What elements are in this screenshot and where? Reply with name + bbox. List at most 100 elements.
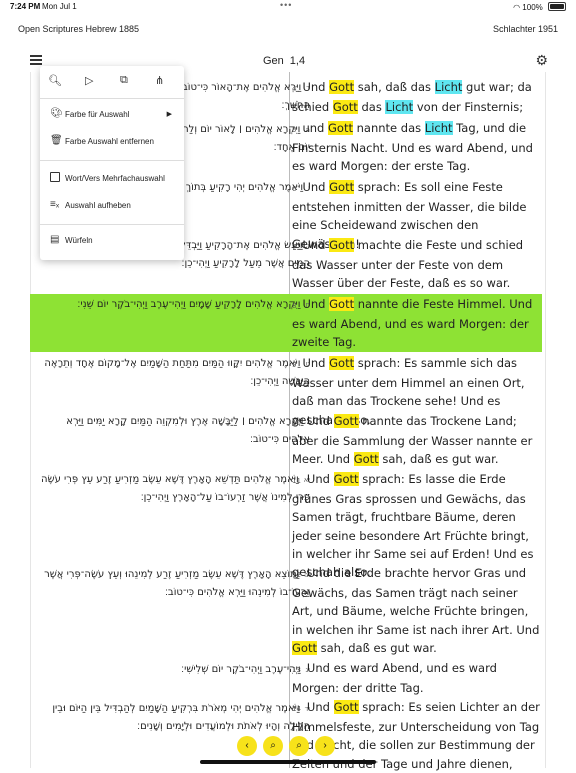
search-icon[interactable]: 🔍︎ [48, 74, 62, 87]
checkbox-icon [50, 172, 60, 185]
highlighted-word[interactable]: Gott [333, 472, 359, 486]
play-icon[interactable]: ▷ [85, 74, 93, 87]
verse-text[interactable]: sah, daß das [354, 80, 435, 94]
hebrew-verse-text[interactable]: וַתּוֹצֵא הָאָרֶץ דֶּשֶׁא עֵשֶׂב מַזְרִי… [44, 569, 310, 598]
german-verse-number: 14 [292, 705, 301, 713]
menu-item-color-selection[interactable]: 🎨︎ Farbe für Auswahl ▶ [50, 108, 180, 124]
multitask-dots[interactable]: ••• [280, 0, 292, 10]
right-version-title[interactable]: Schlachter 1951 [493, 24, 558, 34]
menu-item-remove-color[interactable]: 🗑︎ Farbe Auswahl entfernen [50, 135, 180, 151]
german-verse[interactable]: 13 Und es ward Abend, und es ward Morgen:… [292, 659, 542, 697]
verse-text[interactable]: sah, daß es gut war. [317, 641, 437, 655]
verse-row[interactable]: יבוַתּוֹצֵא הָאָרֶץ דֶּשֶׁא עֵשֶׂב מַזְר… [30, 564, 542, 657]
highlighted-word[interactable]: Gott [329, 297, 355, 311]
german-verse[interactable]: 12 Und die Erde brachte hervor Gras und G… [292, 564, 542, 657]
book-label: Gen [263, 55, 284, 67]
verse-text[interactable]: sah, daß es gut war. [379, 452, 498, 466]
hamburger-icon[interactable] [30, 55, 42, 65]
german-verse-number: 7 [292, 243, 297, 251]
next-button[interactable]: › [315, 736, 335, 756]
menu-item-shuffle[interactable]: ▤ Würfeln [50, 234, 180, 250]
highlighted-word[interactable]: Gott [333, 700, 359, 714]
highlighted-word[interactable]: Licht [424, 121, 453, 135]
hebrew-verse[interactable]: יאוַיֹּאמֶר אֱלֹהִים תַּדְשֵׁא הָאָרֶץ ד… [40, 471, 310, 506]
reference-label[interactable]: Gen 1,4 [263, 55, 305, 67]
german-verse[interactable]: 8 Und Gott nannte die Feste Himmel. Und e… [292, 295, 542, 352]
menu-item-label: Farbe für Auswahl [65, 110, 130, 119]
german-verse[interactable]: 10 Und Gott nannte das Trockene Land; abe… [292, 412, 542, 469]
highlighted-word[interactable]: Gott [353, 452, 379, 467]
german-verse[interactable]: 7 Und Gott machte die Feste und schied da… [292, 236, 542, 293]
verse-text[interactable]: das [358, 100, 386, 114]
hebrew-verse-text[interactable]: וַיְהִי־עֶרֶב וַיְהִי־בֹקֶר יוֹם שְׁלִיש… [181, 664, 300, 675]
search-button[interactable]: ⌕ [263, 736, 283, 756]
highlighted-word[interactable]: Gott [329, 356, 355, 370]
german-verse-number: 5 [292, 126, 297, 134]
german-verse[interactable]: 4 Und Gott sah, daß das Licht gut war; da… [292, 78, 542, 116]
chapter-label: 1,4 [289, 55, 306, 67]
verse-text[interactable]: Und [307, 472, 334, 486]
highlighted-word[interactable]: Gott [332, 100, 358, 115]
gear-icon[interactable]: ⚙ [535, 52, 548, 69]
share-icon[interactable]: ⋔ [155, 74, 164, 87]
status-right: ◠ 100% [513, 2, 566, 12]
german-verse[interactable]: 5 und Gott nannte das Licht Tag, und die … [292, 119, 542, 176]
german-verse-number: 4 [292, 85, 297, 93]
verse-text[interactable]: Und [302, 80, 329, 94]
verse-text[interactable]: sprach: Es lasse die Erde grünes Gras sp… [292, 472, 533, 579]
hebrew-verse[interactable]: ידוַיֹּאמֶר אֱלֹהִים יְהִי מְאֹרֹת בִּרְ… [40, 700, 310, 735]
verse-row[interactable]: חוַיִּקְרָא אֱלֹהִים לָרָקִיעַ שָׁמָיִם … [30, 294, 542, 352]
hebrew-verse-text[interactable]: וַיֹּאמֶר אֱלֹהִים יְהִי מְאֹרֹת בִּרְקִ… [52, 703, 310, 732]
wifi-icon: ◠ [513, 3, 521, 12]
verse-row[interactable]: טוַיֹּאמֶר אֱלֹהִים יִקָּווּ הַמַּיִם מִ… [30, 354, 542, 427]
hebrew-verse[interactable]: חוַיִּקְרָא אֱלֹהִים לָרָקִיעַ שָׁמָיִם … [40, 296, 310, 314]
menu-item-label: Auswahl aufheben [65, 201, 131, 210]
verse-text[interactable]: Und [302, 356, 329, 370]
highlighted-word[interactable]: Licht [385, 100, 414, 115]
verse-text[interactable]: und [302, 121, 328, 135]
german-verse-number: 9 [292, 361, 297, 369]
prev-button[interactable]: ‹ [237, 736, 257, 756]
german-verse-number: 8 [292, 302, 297, 310]
hebrew-verse-text[interactable]: וַיִּקְרָא אֱלֹהִים לָרָקִיעַ שָׁמָיִם ו… [77, 299, 300, 310]
verse-row[interactable]: יגוַיְהִי־עֶרֶב וַיְהִי־בֹקֶר יוֹם שְׁלִ… [30, 658, 542, 698]
palette-icon: 🎨︎ [50, 108, 63, 119]
search-next-button[interactable]: ⌕ [289, 736, 309, 756]
verse-text[interactable]: Und die Erde brachte hervor Gras und Gew… [292, 566, 539, 637]
verse-text[interactable]: Und [302, 180, 329, 194]
highlighted-word[interactable]: Gott [329, 180, 355, 194]
hebrew-verse[interactable]: טוַיֹּאמֶר אֱלֹהִים יִקָּווּ הַמַּיִם מִ… [40, 355, 310, 390]
verse-text[interactable]: Und [307, 700, 334, 714]
verse-text[interactable]: Und [302, 297, 329, 311]
popup-icon-row: 🔍︎ ▷ ⧉ ⋔ [40, 72, 184, 92]
german-verse-number: 10 [292, 419, 301, 427]
hebrew-verse[interactable]: יגוַיְהִי־עֶרֶב וַיְהִי־בֹקֶר יוֹם שְׁלִ… [40, 661, 310, 679]
verse-text[interactable]: Und es ward Abend, und es ward Morgen: d… [292, 661, 497, 695]
hebrew-verse-text[interactable]: וַיֹּאמֶר אֱלֹהִים תַּדְשֵׁא הָאָרֶץ דֶּ… [41, 474, 310, 503]
verse-row[interactable]: יוַיִּקְרָא אֱלֹהִים ׀ לַיַּבָּשָׁה אֶרֶ… [30, 412, 542, 470]
verse-text[interactable]: Und [307, 414, 334, 428]
home-indicator[interactable] [200, 760, 376, 764]
verse-text[interactable]: Und [302, 238, 329, 252]
hebrew-verse-text[interactable]: וַיֹּאמֶר אֱלֹהִים יִקָּווּ הַמַּיִם מִת… [44, 358, 310, 387]
highlighted-word[interactable]: Gott [329, 80, 355, 94]
hebrew-verse[interactable]: יבוַתּוֹצֵא הָאָרֶץ דֶּשֶׁא עֵשֶׂב מַזְר… [40, 566, 310, 601]
highlighted-word[interactable]: Gott [329, 238, 355, 252]
highlighted-word[interactable]: Gott [292, 640, 317, 655]
copy-icon[interactable]: ⧉ [120, 74, 128, 87]
version-header: Open Scriptures Hebrew 1885 Schlachter 1… [0, 22, 576, 38]
hebrew-verse-text[interactable]: וַיִּקְרָא אֱלֹהִים ׀ לַיַּבָּשָׁה אֶרֶץ… [66, 416, 310, 445]
left-version-title[interactable]: Open Scriptures Hebrew 1885 [18, 24, 139, 34]
menu-item-clear-selection[interactable]: ≡ₓ Auswahl aufheben [50, 199, 180, 215]
german-verse-number: 13 [292, 666, 301, 674]
highlighted-word[interactable]: Gott [328, 121, 353, 135]
highlighted-word[interactable]: Licht [434, 80, 463, 94]
menu-item-multi-select[interactable]: Wort/Vers Mehrfachauswahl [50, 172, 180, 188]
highlighted-word[interactable]: Gott [333, 414, 359, 428]
verse-text[interactable]: von der Finsternis; [413, 100, 523, 114]
hebrew-verse[interactable]: יוַיִּקְרָא אֱלֹהִים ׀ לַיַּבָּשָׁה אֶרֶ… [40, 413, 310, 448]
verse-text[interactable]: nannte das [353, 121, 425, 135]
popup-separator [40, 98, 184, 99]
german-verse-number: 11 [292, 477, 301, 485]
verse-row[interactable]: יאוַיֹּאמֶר אֱלֹהִים תַּדְשֵׁא הָאָרֶץ ד… [30, 470, 542, 579]
